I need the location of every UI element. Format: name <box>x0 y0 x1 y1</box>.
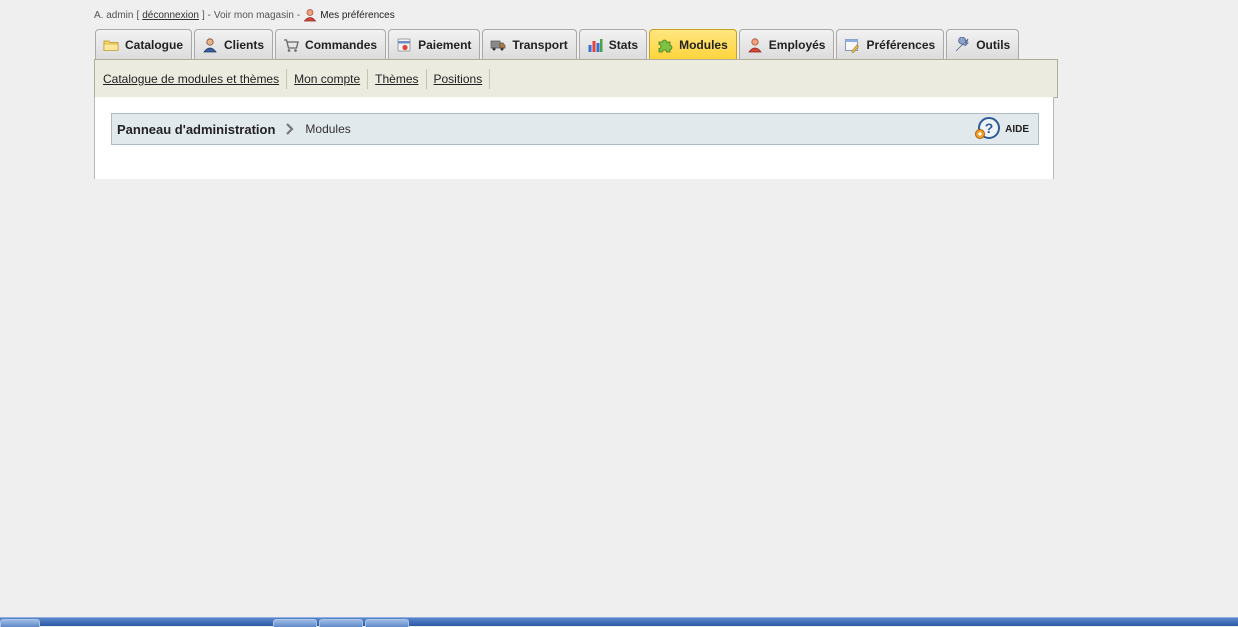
payment-icon <box>396 37 412 53</box>
sub-menu: Catalogue de modules et thèmes Mon compt… <box>94 59 1058 98</box>
tab-outils[interactable]: Outils <box>946 29 1020 59</box>
tab-employes[interactable]: Employés <box>738 29 835 59</box>
taskbar-button[interactable] <box>273 619 317 627</box>
bracket-open: [ <box>136 9 140 21</box>
content-panel: Panneau d'administration Modules ? AIDE <box>94 97 1054 179</box>
tab-clients[interactable]: Clients <box>194 29 274 59</box>
submenu-item-my-account[interactable]: Mon compte <box>290 68 369 89</box>
breadcrumb: Panneau d'administration Modules ? AIDE <box>111 113 1039 145</box>
tab-catalogue[interactable]: Catalogue <box>95 29 193 59</box>
tab-label: Clients <box>224 37 265 52</box>
bracket-close: ] - <box>201 9 211 21</box>
help-icon: ? <box>974 116 1002 143</box>
tab-preferences[interactable]: Préférences <box>836 29 945 59</box>
tab-label: Outils <box>976 37 1011 52</box>
tab-transport[interactable]: Transport <box>482 29 577 59</box>
tab-modules[interactable]: Modules <box>649 29 737 59</box>
truck-icon <box>490 37 506 53</box>
submenu-item-themes[interactable]: Thèmes <box>371 68 427 89</box>
tab-stats[interactable]: Stats <box>578 29 648 59</box>
submenu-item-catalog-modules-themes[interactable]: Catalogue de modules et thèmes <box>99 68 288 89</box>
tab-paiement[interactable]: Paiement <box>388 29 481 59</box>
breadcrumb-current: Modules <box>305 122 351 136</box>
separator: - <box>296 9 301 21</box>
user-name: A. admin <box>94 9 134 21</box>
breadcrumb-home[interactable]: Panneau d'administration <box>117 122 275 137</box>
tab-label: Catalogue <box>125 37 184 52</box>
main-tabs: Catalogue Clients Commandes Paiement Tra… <box>95 29 1020 60</box>
tab-label: Transport <box>512 37 568 52</box>
help-label: AIDE <box>1005 123 1029 135</box>
customer-icon <box>202 37 218 53</box>
chart-icon <box>587 37 603 53</box>
tab-label: Paiement <box>418 37 472 52</box>
preferences-icon <box>844 37 860 53</box>
my-preferences-link[interactable]: Mes préférences <box>320 10 394 21</box>
tab-label: Modules <box>679 37 728 52</box>
user-icon <box>303 8 317 22</box>
cart-icon <box>283 37 299 53</box>
submenu-item-positions[interactable]: Positions <box>430 68 491 89</box>
chevron-right-icon <box>285 122 295 136</box>
svg-text:?: ? <box>985 120 994 136</box>
tab-label: Préférences <box>866 37 936 52</box>
user-bar: A. admin [ déconnexion ] - Voir mon maga… <box>94 8 395 22</box>
wrench-icon <box>954 36 970 53</box>
tab-label: Commandes <box>305 37 378 52</box>
view-store-link[interactable]: Voir mon magasin <box>214 10 294 21</box>
taskbar-button[interactable] <box>365 619 409 627</box>
help-button[interactable]: ? AIDE <box>974 116 1029 143</box>
start-button[interactable] <box>0 619 40 627</box>
taskbar-button[interactable] <box>319 619 363 627</box>
tab-commandes[interactable]: Commandes <box>275 29 387 59</box>
employee-icon <box>747 37 763 53</box>
logout-link[interactable]: déconnexion <box>142 10 199 21</box>
folder-icon <box>103 37 119 53</box>
tab-label: Stats <box>608 37 639 52</box>
tab-label: Employés <box>768 37 826 52</box>
puzzle-icon <box>657 37 673 53</box>
